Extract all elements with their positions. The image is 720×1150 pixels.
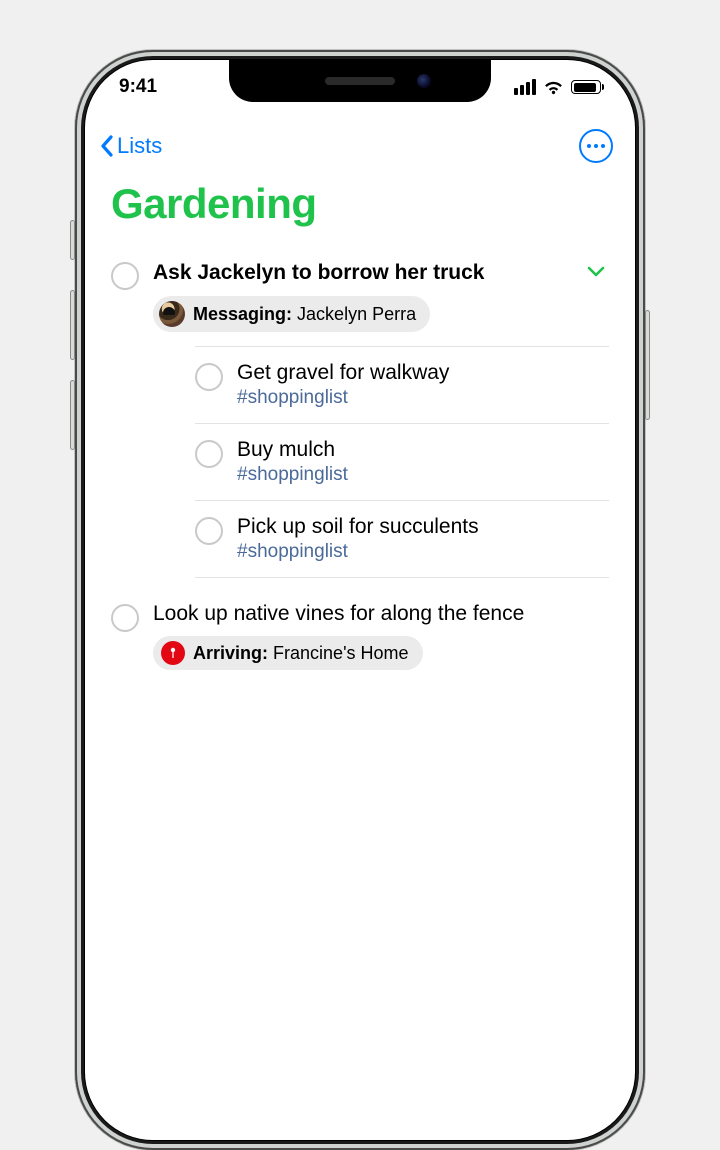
reminder-title: Pick up soil for succulents [237, 515, 609, 539]
wifi-icon [543, 80, 564, 95]
tag-link[interactable]: #shoppinglist [237, 541, 348, 563]
complete-toggle[interactable] [195, 517, 223, 545]
chip-label: Arriving: [193, 643, 268, 663]
complete-toggle[interactable] [111, 262, 139, 290]
location-chip[interactable]: Arriving: Francine's Home [153, 636, 423, 670]
nav-bar: Lists [85, 122, 635, 170]
page-title: Gardening [111, 180, 609, 228]
avatar-icon [159, 301, 185, 327]
chevron-down-icon [587, 265, 605, 277]
speaker-grille [325, 77, 395, 85]
volume-up-button[interactable] [70, 290, 75, 360]
complete-toggle[interactable] [111, 604, 139, 632]
tag-link[interactable]: #shoppinglist [237, 464, 348, 486]
expand-toggle[interactable] [583, 260, 609, 286]
back-button[interactable]: Lists [99, 133, 162, 159]
reminder-title: Look up native vines for along the fence [153, 602, 609, 626]
reminder-subitem[interactable]: Get gravel for walkway #shoppinglist [195, 346, 609, 423]
cellular-signal-icon [514, 79, 536, 95]
tag-link[interactable]: #shoppinglist [237, 387, 348, 409]
subtask-list: Get gravel for walkway #shoppinglist Buy… [195, 346, 609, 578]
reminder-item[interactable]: Look up native vines for along the fence… [111, 592, 609, 684]
front-camera [417, 74, 431, 88]
phone-frame: 9:41 Lists Gardening [75, 50, 645, 1150]
reminder-subitem[interactable]: Pick up soil for succulents #shoppinglis… [195, 500, 609, 577]
complete-toggle[interactable] [195, 363, 223, 391]
location-pin-icon [161, 641, 185, 665]
reminder-subitem[interactable]: Buy mulch #shoppinglist [195, 423, 609, 500]
power-button[interactable] [645, 310, 650, 420]
back-label: Lists [117, 133, 162, 159]
reminder-title: Get gravel for walkway [237, 361, 609, 385]
divider [195, 577, 609, 578]
status-time: 9:41 [119, 76, 157, 98]
volume-down-button[interactable] [70, 380, 75, 450]
chevron-left-icon [99, 134, 115, 158]
screen: 9:41 Lists Gardening [85, 60, 635, 1140]
mute-switch[interactable] [70, 220, 75, 260]
ellipsis-icon [587, 144, 591, 148]
more-button[interactable] [579, 129, 613, 163]
reminder-title: Buy mulch [237, 438, 609, 462]
battery-icon [571, 80, 601, 94]
chip-value: Francine's Home [273, 643, 408, 663]
notch [229, 60, 491, 102]
messaging-chip[interactable]: Messaging: Jackelyn Perra [153, 296, 430, 332]
chip-label: Messaging: [193, 304, 292, 324]
reminder-title: Ask Jackelyn to borrow her truck [153, 261, 484, 285]
chip-value: Jackelyn Perra [297, 304, 416, 324]
reminder-item[interactable]: Ask Jackelyn to borrow her truck Messagi… [111, 250, 609, 592]
complete-toggle[interactable] [195, 440, 223, 468]
content-area: Gardening Ask Jackelyn to borrow her tru… [85, 180, 635, 1140]
